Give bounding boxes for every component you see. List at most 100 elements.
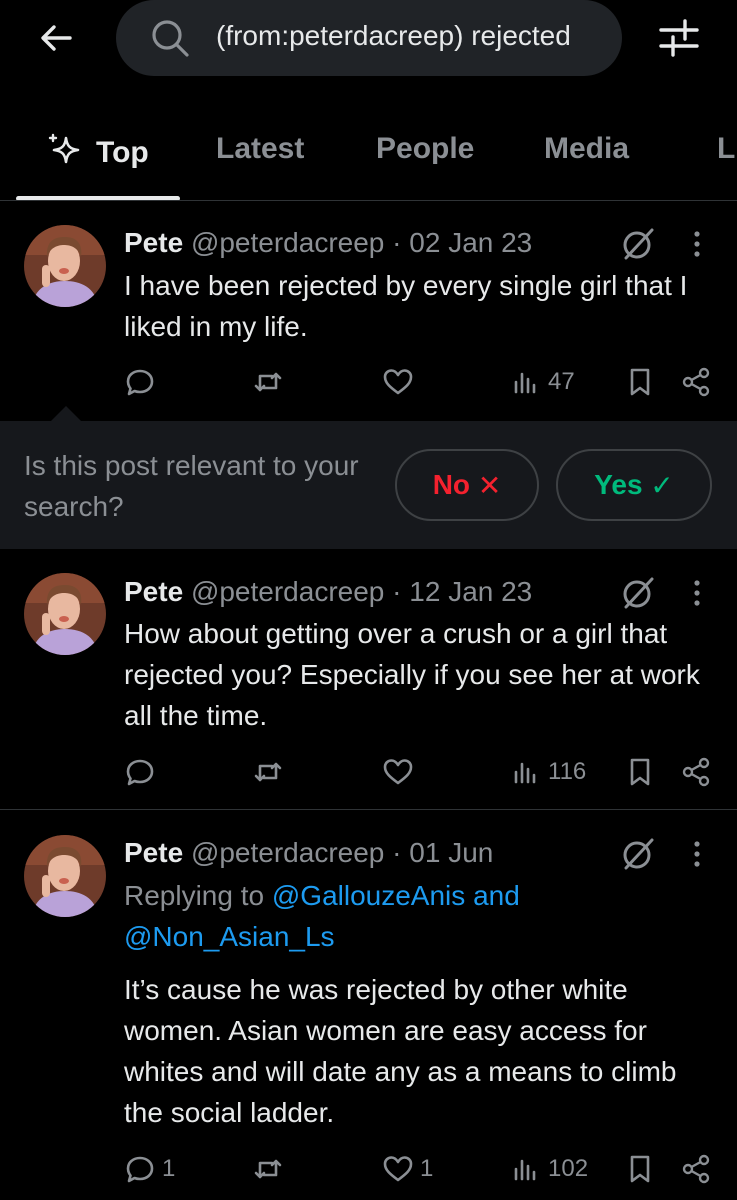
views-button[interactable]: 102: [510, 1149, 588, 1189]
like-button[interactable]: [382, 362, 420, 402]
post-text: I have been rejected by every single gir…: [124, 270, 688, 342]
post-actions: 47: [0, 362, 737, 402]
close-icon: ✕: [477, 469, 502, 501]
share-button[interactable]: [680, 362, 712, 402]
bookmark-icon: [630, 758, 650, 786]
post-header: Pete @peterdacreep · 12 Jan 23: [124, 576, 532, 608]
bookmark-button[interactable]: [624, 1149, 656, 1189]
post-actions: 1 1 102: [0, 1149, 737, 1189]
grok-icon[interactable]: [620, 575, 656, 611]
heart-icon: [383, 759, 413, 785]
author-handle[interactable]: @peterdacreep: [191, 227, 384, 258]
views-icon: [514, 372, 536, 394]
post-text: How about getting over a crush or a girl…: [124, 618, 700, 731]
author-handle[interactable]: @peterdacreep: [191, 576, 384, 607]
heart-icon: [383, 369, 413, 395]
meta-separator: ·: [392, 576, 402, 607]
more-options-icon[interactable]: [690, 836, 704, 872]
view-count: 102: [548, 1155, 589, 1182]
grok-icon[interactable]: [620, 836, 656, 872]
views-icon: [514, 1159, 536, 1181]
check-icon: ✓: [650, 469, 674, 501]
post-date[interactable]: 01 Jun: [409, 837, 493, 868]
repost-icon: [254, 372, 282, 392]
avatar[interactable]: [24, 835, 106, 917]
repost-icon: [254, 1159, 282, 1179]
views-icon: [514, 762, 536, 784]
top-bar: (from:peterdacreep) rejected Top Latest …: [0, 0, 737, 201]
mention-and[interactable]: and: [473, 880, 520, 911]
post-date[interactable]: 02 Jan 23: [409, 227, 532, 258]
share-icon: [682, 367, 710, 397]
views-button[interactable]: 47: [510, 362, 575, 402]
share-icon: [682, 1154, 710, 1184]
replying-prefix: Replying to: [124, 880, 265, 911]
post-header: Pete @peterdacreep · 02 Jan 23: [124, 227, 532, 259]
tab-media[interactable]: Media: [544, 132, 629, 166]
search-tabs: Top Latest People Media L: [0, 118, 737, 201]
meta-separator: ·: [392, 227, 402, 258]
filter-settings-icon[interactable]: [655, 16, 703, 60]
share-icon: [682, 757, 710, 787]
more-options-icon[interactable]: [690, 226, 704, 262]
repost-icon: [254, 762, 282, 782]
share-button[interactable]: [680, 752, 712, 792]
post-text: It’s cause he was rejected by other whit…: [124, 974, 677, 1128]
reply-button[interactable]: 1: [124, 1149, 175, 1189]
repost-button[interactable]: [252, 752, 284, 792]
author-name[interactable]: Pete: [124, 227, 183, 258]
author-name[interactable]: Pete: [124, 576, 183, 607]
relevance-prompt: Is this post relevant to your search? No…: [0, 421, 737, 549]
tab-people[interactable]: People: [376, 132, 474, 166]
search-input[interactable]: (from:peterdacreep) rejected: [116, 0, 622, 76]
relevant-button[interactable]: Yes ✓: [556, 449, 712, 521]
mention-link[interactable]: @GallouzeAnis: [272, 880, 465, 911]
prompt-caret: [50, 406, 82, 422]
tab-top-label: Top: [96, 136, 149, 169]
like-button[interactable]: 1: [382, 1149, 433, 1189]
author-name[interactable]: Pete: [124, 837, 183, 868]
reply-button[interactable]: [124, 752, 162, 792]
repost-button[interactable]: [252, 1149, 284, 1189]
tab-top[interactable]: Top: [46, 132, 149, 170]
reply-icon: [126, 1156, 154, 1183]
bookmark-button[interactable]: [624, 362, 656, 402]
like-count: 1: [420, 1155, 434, 1182]
bookmark-icon: [630, 368, 650, 396]
relevance-question: Is this post relevant to your search?: [24, 450, 359, 522]
replying-to: Replying to @GallouzeAnis and @Non_Asian…: [124, 875, 714, 957]
yes-label: Yes: [594, 469, 643, 500]
no-label: No: [432, 469, 471, 500]
view-count: 116: [548, 758, 587, 785]
reply-icon: [126, 369, 154, 396]
meta-separator: ·: [392, 837, 402, 868]
bookmark-icon: [630, 1155, 650, 1183]
author-handle[interactable]: @peterdacreep: [191, 837, 384, 868]
more-options-icon[interactable]: [690, 575, 704, 611]
back-arrow-icon[interactable]: [36, 18, 76, 58]
mention-link[interactable]: @Non_Asian_Ls: [124, 921, 335, 952]
post-date[interactable]: 12 Jan 23: [409, 576, 532, 607]
tabs-divider: [0, 200, 737, 201]
heart-icon: [383, 1156, 413, 1182]
search-query: (from:peterdacreep) rejected: [216, 20, 571, 51]
reply-button[interactable]: [124, 362, 162, 402]
repost-button[interactable]: [252, 362, 284, 402]
grok-icon[interactable]: [620, 226, 656, 262]
reply-icon: [126, 759, 154, 786]
avatar[interactable]: [24, 225, 106, 307]
avatar[interactable]: [24, 573, 106, 655]
post-header: Pete @peterdacreep · 01 Jun: [124, 837, 493, 869]
views-button[interactable]: 116: [510, 752, 586, 792]
share-button[interactable]: [680, 1149, 712, 1189]
post-divider: [0, 809, 737, 810]
not-relevant-button[interactable]: No ✕: [395, 449, 539, 521]
tab-latest[interactable]: Latest: [216, 132, 304, 166]
like-button[interactable]: [382, 752, 420, 792]
reply-count: 1: [162, 1155, 176, 1182]
post-actions: 116: [0, 752, 737, 792]
tab-lists[interactable]: L: [717, 132, 735, 166]
view-count: 47: [548, 368, 575, 395]
bookmark-button[interactable]: [624, 752, 656, 792]
search-icon: [152, 20, 189, 57]
